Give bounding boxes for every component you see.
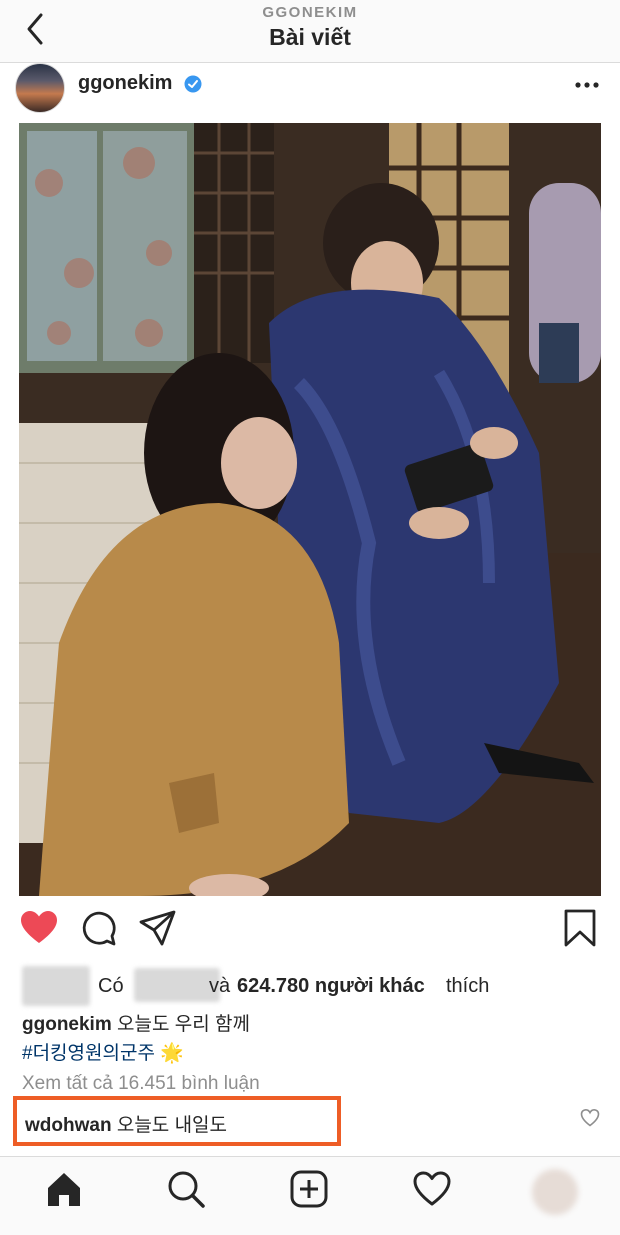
more-horizontal-icon <box>575 82 599 88</box>
post-photo[interactable] <box>19 123 601 896</box>
page-title: Bài viết <box>269 24 351 50</box>
comment-text: 오늘도 내일도 <box>116 1115 228 1136</box>
likes-summary[interactable]: Có và 624.780 người khác thích <box>22 966 612 1006</box>
nav-activity[interactable] <box>412 1169 452 1209</box>
likes-prefix: Có <box>98 975 124 997</box>
activity-heart-icon <box>413 1171 451 1206</box>
caption-text: 오늘도 우리 함께 <box>117 1014 250 1035</box>
liker-name-blurred <box>134 968 220 1002</box>
heart-outline-icon <box>580 1108 600 1127</box>
nav-new-post[interactable] <box>289 1169 329 1209</box>
likes-suffix: thích <box>446 975 490 997</box>
comment-line: wdohwan 오늘도 내일도 <box>25 1110 227 1137</box>
bookmark-icon <box>564 909 596 947</box>
likes-and: và <box>209 975 231 997</box>
post-actions <box>0 908 620 958</box>
post-header: ggonekim <box>0 63 620 119</box>
like-button[interactable] <box>19 908 61 952</box>
post-username[interactable]: ggonekim <box>78 72 172 95</box>
liker-avatar-blurred <box>22 966 90 1006</box>
caption-hashtag[interactable]: #더킹영원의군주 🌟 <box>22 1038 184 1065</box>
bottom-navigation <box>0 1156 620 1235</box>
comment-like-button[interactable] <box>580 1108 600 1128</box>
home-icon <box>48 1173 80 1206</box>
photo-illustration <box>19 123 601 896</box>
post-caption: ggonekim 오늘도 우리 함께 <box>22 1012 250 1038</box>
top-header: GGONEKIM Bài viết <box>0 0 620 63</box>
more-options-button[interactable] <box>574 77 600 93</box>
comment-button[interactable] <box>79 908 121 952</box>
caption-username[interactable]: ggonekim <box>22 1014 112 1035</box>
search-icon <box>168 1171 205 1208</box>
save-button[interactable] <box>560 908 602 952</box>
nav-profile-avatar[interactable] <box>532 1169 578 1215</box>
likes-count[interactable]: 624.780 người khác <box>237 975 425 998</box>
nav-search[interactable] <box>166 1169 206 1209</box>
view-all-comments-link[interactable]: Xem tất cả 16.451 bình luận <box>22 1073 260 1095</box>
send-icon <box>139 910 176 946</box>
comment-icon <box>82 911 116 946</box>
add-post-icon <box>290 1170 328 1208</box>
heart-filled-icon <box>21 911 57 943</box>
header-account-name: GGONEKIM <box>262 4 358 21</box>
share-button[interactable] <box>138 908 180 952</box>
comment-username[interactable]: wdohwan <box>25 1115 112 1136</box>
nav-home[interactable] <box>44 1169 84 1209</box>
avatar[interactable] <box>15 63 65 113</box>
verified-badge-icon <box>184 75 202 93</box>
highlighted-comment: wdohwan 오늘도 내일도 <box>13 1096 341 1146</box>
